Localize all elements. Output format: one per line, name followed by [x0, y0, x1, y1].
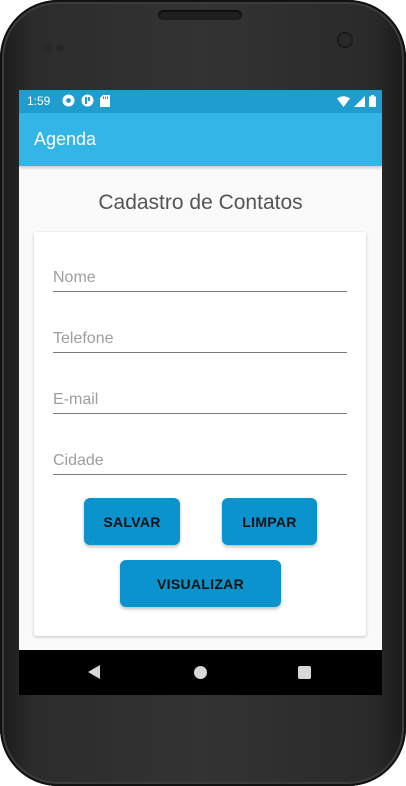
- email-input[interactable]: [53, 389, 347, 411]
- screen: 1:59 Agenda Cadastro de Contatos Nome Te…: [19, 90, 382, 695]
- status-bar: 1:59: [19, 90, 382, 113]
- signal-icon: [354, 95, 365, 107]
- earpiece-speaker: [158, 10, 242, 20]
- email-field: [53, 389, 347, 414]
- battery-icon: [369, 95, 376, 107]
- view-button[interactable]: VISUALIZAR: [120, 560, 281, 607]
- contact-form-card: SALVAR LIMPAR VISUALIZAR: [34, 232, 366, 636]
- navigation-bar: [19, 650, 382, 695]
- telefone-input[interactable]: [53, 328, 347, 350]
- back-icon[interactable]: [88, 665, 100, 679]
- sd-card-icon: [100, 94, 110, 107]
- save-button[interactable]: SALVAR: [84, 498, 180, 545]
- cidade-input[interactable]: [53, 450, 347, 472]
- telefone-field: [53, 328, 347, 353]
- nome-input[interactable]: [53, 267, 347, 289]
- notification-icons: [62, 94, 110, 107]
- recents-icon[interactable]: [298, 666, 311, 679]
- front-camera: [337, 32, 353, 48]
- settings-icon: [62, 94, 75, 107]
- play-protect-icon: [81, 94, 94, 107]
- system-icons: [337, 95, 376, 107]
- app-bar: Agenda: [19, 113, 382, 166]
- phone-frame: 1:59 Agenda Cadastro de Contatos Nome Te…: [0, 0, 406, 786]
- nome-field: [53, 267, 347, 292]
- front-sensors: [44, 37, 68, 52]
- page-title: Cadastro de Contatos: [98, 191, 303, 214]
- clear-button[interactable]: LIMPAR: [222, 498, 317, 545]
- wifi-icon: [337, 95, 350, 107]
- status-time: 1:59: [27, 94, 51, 108]
- cidade-field: [53, 450, 347, 475]
- app-title: Agenda: [34, 129, 97, 149]
- home-icon[interactable]: [194, 666, 207, 679]
